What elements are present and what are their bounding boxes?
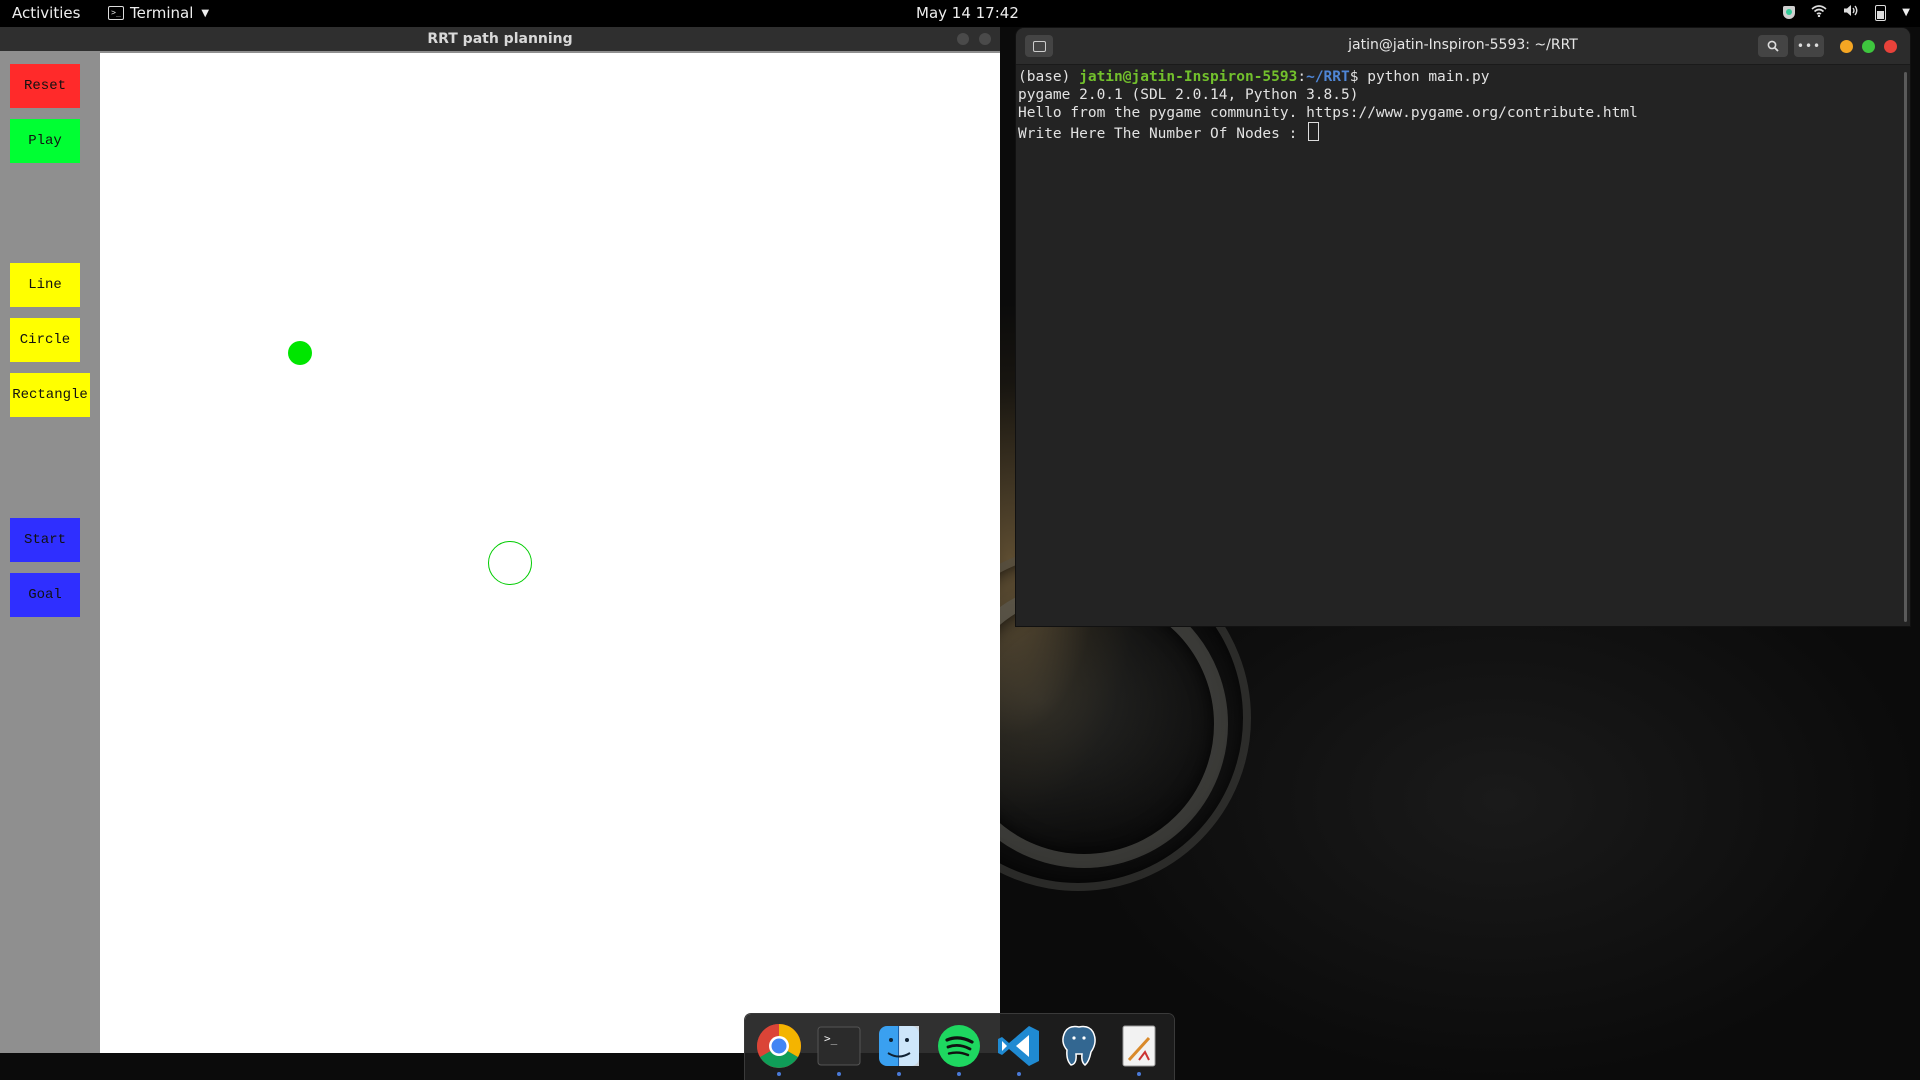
vscode-icon	[998, 1026, 1039, 1066]
line-button[interactable]: Line	[10, 263, 80, 307]
dock-chrome[interactable]	[755, 1022, 803, 1076]
rrt-window: RRT path planning Reset Play Line Circle…	[0, 27, 1000, 1053]
start-point	[288, 341, 312, 365]
prompt-env: (base)	[1018, 69, 1080, 85]
spotify-icon	[938, 1025, 980, 1067]
minimize-icon[interactable]	[957, 33, 969, 45]
minimize-button[interactable]	[1840, 40, 1853, 53]
goal-point	[488, 541, 532, 585]
circle-button[interactable]: Circle	[10, 318, 80, 362]
reset-button[interactable]: Reset	[10, 64, 80, 108]
start-button[interactable]: Start	[10, 518, 80, 562]
dock-finder[interactable]	[875, 1022, 923, 1076]
menu-button[interactable]: •••	[1794, 35, 1824, 57]
prompt-symbol: $	[1349, 69, 1368, 85]
search-button[interactable]	[1758, 35, 1788, 57]
text-cursor	[1308, 122, 1320, 141]
terminal-output[interactable]: (base) jatin@jatin-Inspiron-5593:~/RRT$ …	[1018, 68, 1898, 618]
prompt-path: ~/RRT	[1306, 69, 1350, 85]
postgres-icon	[1062, 1025, 1096, 1066]
caret-down-icon: ▼	[201, 7, 210, 19]
output-line: Hello from the pygame community. https:/…	[1018, 105, 1638, 121]
search-icon	[1767, 40, 1779, 52]
prompt-user: jatin@jatin-Inspiron-5593	[1079, 69, 1298, 85]
caret-down-icon[interactable]: ▼	[1902, 7, 1910, 18]
running-indicator	[1137, 1072, 1141, 1076]
text-editor-icon	[1122, 1025, 1156, 1067]
dock-terminal[interactable]: >_	[815, 1022, 863, 1076]
planning-canvas[interactable]	[100, 53, 1000, 1053]
clock[interactable]: May 14 17:42	[916, 4, 1019, 22]
close-button[interactable]	[1884, 40, 1897, 53]
running-indicator	[897, 1072, 901, 1076]
activities-button[interactable]: Activities	[12, 4, 80, 22]
dock-spotify[interactable]	[935, 1022, 983, 1076]
output-line: pygame 2.0.1 (SDL 2.0.14, Python 3.8.5)	[1018, 87, 1359, 103]
system-tray[interactable]: ▼	[1783, 4, 1910, 21]
terminal-icon: >_	[817, 1026, 861, 1066]
rrt-titlebar[interactable]: RRT path planning	[0, 27, 1000, 51]
dock-vscode[interactable]	[995, 1022, 1043, 1076]
svg-text:>_: >_	[824, 1032, 838, 1045]
input-line[interactable]: Write Here The Number Of Nodes :	[1018, 122, 1898, 143]
rrt-window-title: RRT path planning	[427, 31, 573, 47]
terminal-header[interactable]: jatin@jatin-Inspiron-5593: ~/RRT •••	[1016, 28, 1910, 65]
running-indicator	[777, 1072, 781, 1076]
prompt-line: (base) jatin@jatin-Inspiron-5593:~/RRT$ …	[1018, 68, 1898, 86]
app-menu[interactable]: >_ Terminal ▼	[108, 4, 209, 22]
wifi-icon[interactable]	[1811, 4, 1827, 21]
running-indicator	[957, 1072, 961, 1076]
terminal-icon: >_	[108, 6, 124, 20]
chrome-icon	[757, 1024, 801, 1068]
more-icon: •••	[1796, 39, 1822, 53]
finder-icon	[879, 1026, 919, 1066]
prompt-sep: :	[1297, 69, 1307, 85]
rectangle-button[interactable]: Rectangle	[10, 373, 90, 417]
running-indicator	[837, 1072, 841, 1076]
dock: >_	[745, 1014, 1174, 1080]
dock-postgres[interactable]	[1055, 1022, 1103, 1070]
top-bar: Activities >_ Terminal ▼ May 14 17:42 ▼	[0, 0, 1920, 27]
command-text: python main.py	[1367, 69, 1490, 85]
terminal-scrollbar[interactable]	[1904, 72, 1907, 622]
running-indicator	[1017, 1072, 1021, 1076]
goal-button[interactable]: Goal	[10, 573, 80, 617]
input-prompt: Write Here The Number Of Nodes :	[1018, 126, 1307, 142]
dock-text-editor[interactable]	[1115, 1022, 1163, 1076]
play-button[interactable]: Play	[10, 119, 80, 163]
terminal-window: jatin@jatin-Inspiron-5593: ~/RRT ••• (ba…	[1016, 28, 1910, 626]
battery-icon[interactable]	[1875, 4, 1887, 21]
app-menu-label: Terminal	[130, 4, 194, 22]
close-icon[interactable]	[979, 33, 991, 45]
shield-icon[interactable]	[1783, 6, 1796, 19]
maximize-button[interactable]	[1862, 40, 1875, 53]
volume-icon[interactable]	[1843, 4, 1859, 21]
